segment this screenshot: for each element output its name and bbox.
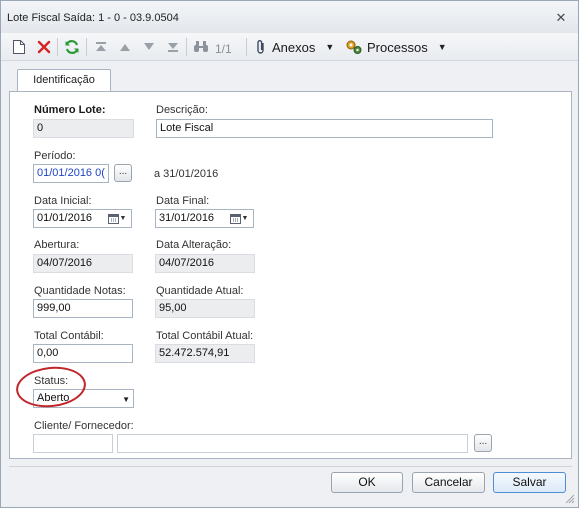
processos-label: Processos	[367, 39, 428, 55]
periodo-label: Período:	[34, 150, 76, 162]
gears-icon	[345, 39, 363, 55]
data-alteracao-label: Data Alteração:	[156, 239, 232, 251]
toolbar: 1/1 Anexos ▼ Processos ▼	[1, 33, 578, 61]
toolbar-separator	[86, 38, 87, 56]
window-title: Lote Fiscal Saída: 1 - 0 - 03.9.0504	[7, 12, 179, 24]
calendar-icon[interactable]: ▼	[227, 210, 251, 227]
tab-identificacao[interactable]: Identificação	[17, 69, 111, 92]
toolbar-separator	[186, 38, 187, 56]
data-final-value: 31/01/2016	[159, 212, 215, 224]
numero-lote-label: Número Lote:	[34, 104, 106, 116]
data-final-label: Data Final:	[156, 195, 210, 207]
footer-divider	[9, 466, 572, 467]
refresh-icon[interactable]	[61, 37, 83, 57]
periodo-end-text: a 31/01/2016	[154, 168, 219, 180]
abertura-field: 04/07/2016	[33, 254, 133, 273]
data-alteracao-field: 04/07/2016	[155, 254, 255, 273]
delete-icon[interactable]	[34, 37, 54, 57]
dialog-window: Lote Fiscal Saída: 1 - 0 - 03.9.0504 ✕ 1…	[0, 0, 579, 508]
first-record-icon[interactable]	[91, 37, 111, 57]
title-bar: Lote Fiscal Saída: 1 - 0 - 03.9.0504 ✕	[1, 1, 578, 33]
cliente-fornecedor-name-field[interactable]	[117, 434, 468, 453]
close-icon[interactable]: ✕	[554, 11, 568, 25]
quantidade-atual-field: 95,00	[155, 299, 255, 318]
next-record-icon[interactable]	[139, 37, 159, 57]
processos-menu-button[interactable]: Processos ▼	[345, 37, 447, 57]
calendar-icon[interactable]: ▼	[105, 210, 129, 227]
total-contabil-field[interactable]: 0,00	[33, 344, 133, 363]
cliente-fornecedor-search-button[interactable]: ...	[474, 434, 492, 452]
numero-lote-field: 0	[33, 119, 134, 138]
chevron-down-icon: ▼	[437, 42, 447, 52]
anexos-label: Anexos	[272, 39, 316, 55]
cliente-fornecedor-label: Cliente/ Fornecedor:	[34, 420, 134, 432]
cancel-button[interactable]: Cancelar	[412, 472, 485, 493]
binoculars-icon[interactable]	[190, 37, 212, 57]
quantidade-notas-label: Quantidade Notas:	[34, 285, 126, 297]
abertura-label: Abertura:	[34, 239, 80, 251]
data-inicial-value: 01/01/2016	[37, 212, 93, 224]
record-pager: 1/1	[215, 42, 232, 56]
periodo-field[interactable]: 01/01/2016 0(	[33, 164, 109, 183]
total-contabil-label: Total Contábil:	[34, 330, 104, 342]
chevron-down-icon: ▼	[122, 395, 130, 404]
chevron-down-icon: ▼	[325, 42, 335, 52]
resize-grip-icon[interactable]	[565, 494, 575, 504]
previous-record-icon[interactable]	[115, 37, 135, 57]
quantidade-notas-field[interactable]: 999,00	[33, 299, 133, 318]
toolbar-separator	[246, 38, 247, 56]
quantidade-atual-label: Quantidade Atual:	[156, 285, 244, 297]
toolbar-separator	[57, 38, 58, 56]
new-document-icon[interactable]	[9, 37, 29, 57]
save-button[interactable]: Salvar	[493, 472, 566, 493]
periodo-picker-button[interactable]: ...	[114, 164, 132, 182]
paperclip-icon	[254, 39, 268, 55]
dialog-footer: OK Cancelar Salvar	[1, 463, 578, 507]
anexos-menu-button[interactable]: Anexos ▼	[254, 37, 339, 57]
descricao-label: Descrição:	[156, 104, 208, 116]
ok-button[interactable]: OK	[331, 472, 403, 493]
cliente-fornecedor-code-field[interactable]	[33, 434, 113, 453]
total-contabil-atual-label: Total Contábil Atual:	[156, 330, 254, 342]
last-record-icon[interactable]	[163, 37, 183, 57]
descricao-field[interactable]: Lote Fiscal	[156, 119, 493, 138]
total-contabil-atual-field: 52.472.574,91	[155, 344, 255, 363]
data-inicial-label: Data Inicial:	[34, 195, 92, 207]
